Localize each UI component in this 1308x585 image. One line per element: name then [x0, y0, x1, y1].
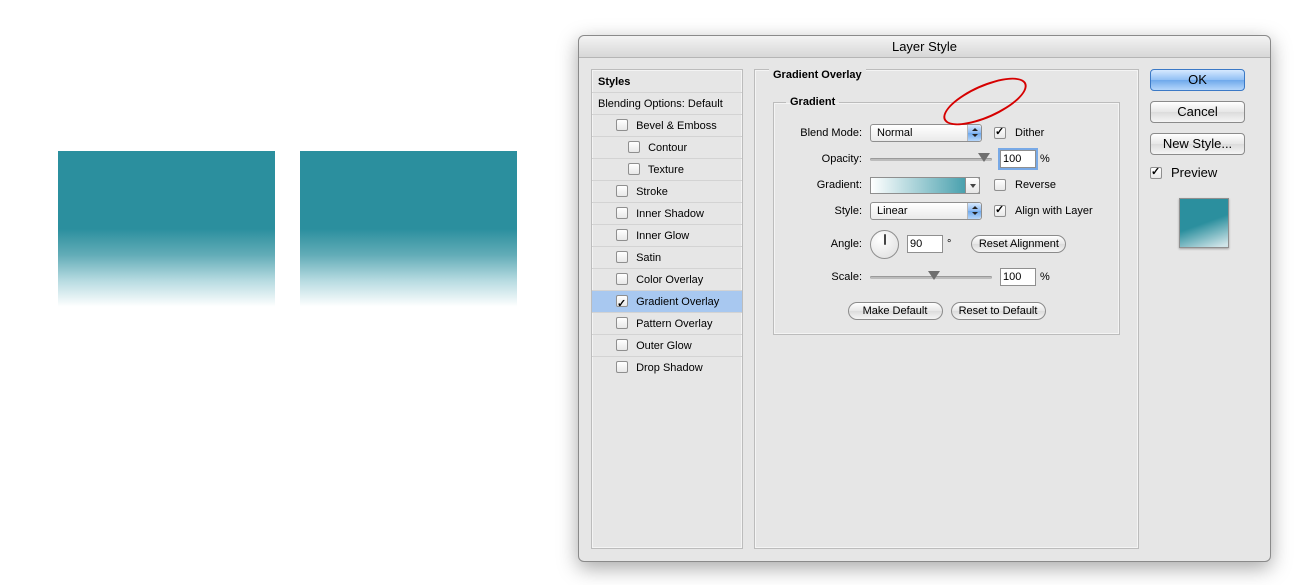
chevron-updown-icon [967, 203, 981, 219]
styles-label: Texture [648, 164, 684, 176]
styles-label: Satin [636, 252, 661, 264]
checkbox-color-overlay[interactable] [616, 273, 628, 285]
blend-mode-value: Normal [877, 127, 912, 139]
blend-mode-label: Blend Mode: [786, 127, 870, 139]
reset-alignment-button[interactable]: Reset Alignment [971, 235, 1066, 253]
gradient-preview-dither [300, 151, 517, 324]
scale-input[interactable]: 100 [1000, 268, 1036, 286]
checkbox-contour[interactable] [628, 141, 640, 153]
styles-header[interactable]: Styles [592, 71, 742, 93]
layer-style-window: Layer Style Styles Blending Options: Def… [578, 35, 1271, 562]
checkbox-outer-glow[interactable] [616, 339, 628, 351]
styles-row-texture[interactable]: Texture [592, 159, 742, 181]
styles-label: Pattern Overlay [636, 318, 712, 330]
preview-swatch [1179, 198, 1229, 248]
new-style-button[interactable]: New Style... [1150, 133, 1245, 155]
checkbox-texture[interactable] [628, 163, 640, 175]
styles-label: Bevel & Emboss [636, 120, 717, 132]
checkbox-inner-shadow[interactable] [616, 207, 628, 219]
cancel-button[interactable]: Cancel [1150, 101, 1245, 123]
action-column: OK Cancel New Style... Preview [1150, 69, 1258, 549]
checkbox-reverse[interactable] [994, 179, 1006, 191]
style-label: Style: [786, 205, 870, 217]
fieldset-title: Gradient [786, 96, 839, 108]
styles-label: Gradient Overlay [636, 296, 719, 308]
panel-title: Gradient Overlay [769, 69, 866, 81]
blend-mode-select[interactable]: Normal [870, 124, 982, 142]
angle-input[interactable]: 90 [907, 235, 943, 253]
styles-panel: Styles Blending Options: Default Bevel &… [591, 69, 743, 549]
styles-row-satin[interactable]: Satin [592, 247, 742, 269]
checkbox-bevel[interactable] [616, 119, 628, 131]
styles-label: Stroke [636, 186, 668, 198]
blending-options-row[interactable]: Blending Options: Default [592, 93, 742, 115]
opacity-label: Opacity: [786, 153, 870, 165]
reset-to-default-button[interactable]: Reset to Default [951, 302, 1046, 320]
gradient-picker[interactable] [870, 177, 980, 194]
styles-label: Contour [648, 142, 687, 154]
checkbox-stroke[interactable] [616, 185, 628, 197]
gradient-fieldset: Gradient Blend Mode: Normal Dither Opaci… [773, 96, 1120, 335]
checkbox-inner-glow[interactable] [616, 229, 628, 241]
style-select[interactable]: Linear [870, 202, 982, 220]
checkbox-pattern-overlay[interactable] [616, 317, 628, 329]
checkbox-satin[interactable] [616, 251, 628, 263]
gradient-preview-no-dither [58, 151, 275, 324]
gradient-dropdown-button[interactable] [965, 177, 980, 194]
checkbox-align-with-layer[interactable] [994, 205, 1006, 217]
styles-row-inner-shadow[interactable]: Inner Shadow [592, 203, 742, 225]
scale-slider[interactable] [870, 270, 992, 284]
styles-label: Color Overlay [636, 274, 703, 286]
checkbox-preview[interactable] [1150, 167, 1162, 179]
chevron-updown-icon [967, 125, 981, 141]
styles-row-contour[interactable]: Contour [592, 137, 742, 159]
checkbox-gradient-overlay[interactable] [616, 295, 628, 307]
styles-row-color-overlay[interactable]: Color Overlay [592, 269, 742, 291]
gradient-overlay-panel: Gradient Overlay Gradient Blend Mode: No… [754, 69, 1139, 549]
styles-row-outer-glow[interactable]: Outer Glow [592, 335, 742, 357]
align-label: Align with Layer [1015, 205, 1093, 217]
angle-unit: ° [947, 238, 951, 250]
styles-label: Outer Glow [636, 340, 692, 352]
styles-row-stroke[interactable]: Stroke [592, 181, 742, 203]
gradient-label: Gradient: [786, 179, 870, 191]
styles-row-inner-glow[interactable]: Inner Glow [592, 225, 742, 247]
angle-label: Angle: [786, 238, 870, 250]
style-value: Linear [877, 205, 908, 217]
styles-row-bevel[interactable]: Bevel & Emboss [592, 115, 742, 137]
styles-row-drop-shadow[interactable]: Drop Shadow [592, 357, 742, 379]
opacity-slider[interactable] [870, 152, 992, 166]
reverse-label: Reverse [1015, 179, 1056, 191]
styles-label: Inner Shadow [636, 208, 704, 220]
opacity-input[interactable]: 100 [1000, 150, 1036, 168]
preview-label: Preview [1171, 165, 1217, 180]
opacity-unit: % [1040, 153, 1050, 165]
make-default-button[interactable]: Make Default [848, 302, 943, 320]
window-title: Layer Style [579, 36, 1270, 58]
angle-dial[interactable] [870, 230, 899, 259]
checkbox-drop-shadow[interactable] [616, 361, 628, 373]
checkbox-dither[interactable] [994, 127, 1006, 139]
styles-label: Inner Glow [636, 230, 689, 242]
ok-button[interactable]: OK [1150, 69, 1245, 91]
scale-unit: % [1040, 271, 1050, 283]
styles-label: Drop Shadow [636, 362, 703, 374]
dither-label: Dither [1015, 127, 1044, 139]
styles-row-pattern-overlay[interactable]: Pattern Overlay [592, 313, 742, 335]
styles-row-gradient-overlay[interactable]: Gradient Overlay [592, 291, 742, 313]
scale-label: Scale: [786, 271, 870, 283]
